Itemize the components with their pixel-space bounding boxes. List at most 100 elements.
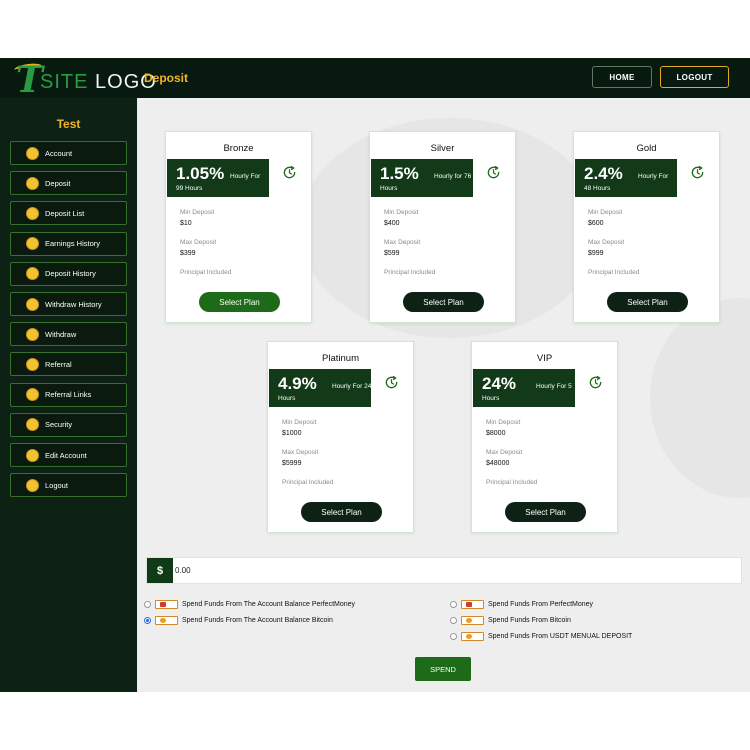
plan-card-platinum: Platinum 4.9% Hourly For 24 Hours Min Deposi…	[267, 341, 414, 533]
plan-hours: 48 Hours	[584, 185, 611, 192]
sidebar-item-earnings-history[interactable]: Earnings History	[10, 231, 127, 256]
plan-name: VIP	[536, 353, 553, 364]
payment-radio[interactable]	[450, 600, 457, 608]
plan-name: Gold	[636, 143, 657, 154]
min-deposit-label: Min Deposit	[486, 419, 521, 426]
plan-hourly: Hourly For 5	[536, 383, 572, 390]
sidebar-item-withdraw-history[interactable]: Withdraw History	[10, 292, 127, 316]
logout-button[interactable]: LOGOUT	[660, 66, 729, 88]
principal-label: Principal Included	[384, 269, 436, 276]
principal-label: Principal Included	[486, 479, 538, 486]
sidebar-item-logout[interactable]: Logout	[10, 473, 127, 498]
sidebar-item-referral-links[interactable]: Referral Links	[10, 382, 127, 407]
dollar-icon: $	[147, 558, 173, 583]
spend-button[interactable]: SPEND	[415, 657, 471, 681]
sidebar-item-edit-account[interactable]: Edit Account	[10, 443, 127, 467]
plan-rate: 4.9%	[278, 374, 317, 393]
select-plan-button[interactable]: Select Plan	[607, 292, 688, 312]
home-button[interactable]: HOME	[592, 66, 652, 88]
timer-icon	[691, 165, 704, 179]
min-deposit-value: $8000	[486, 430, 506, 437]
background-decoration	[650, 298, 750, 498]
payment-option[interactable]: Spend Funds From PerfectMoney	[450, 598, 593, 610]
page-title: Deposit	[144, 71, 189, 85]
sidebar-item-label: Edit Account	[45, 450, 87, 460]
perfectmoney-icon	[155, 599, 178, 609]
sidebar-item-label: Withdraw History	[45, 299, 102, 309]
max-deposit-value: $399	[180, 250, 196, 257]
sidebar: Test Account Deposit Deposit List Earnings …	[0, 98, 137, 692]
perfectmoney-icon	[461, 599, 484, 609]
usdt-icon	[461, 631, 484, 641]
min-deposit-label: Min Deposit	[384, 209, 419, 216]
principal-label: Principal Included	[180, 269, 232, 276]
payment-radio[interactable]	[144, 616, 151, 624]
max-deposit-label: Max Deposit	[180, 239, 217, 246]
rate-box: 1.05% Hourly For 99 Hours	[167, 159, 269, 197]
plan-hours: 99 Hours	[176, 185, 203, 192]
logo-site-word: SITE	[40, 71, 89, 93]
select-plan-button[interactable]: Select Plan	[301, 502, 382, 522]
sidebar-item-account[interactable]: Account	[10, 141, 127, 165]
plan-card-bronze: Bronze 1.05% Hourly For 99 Hours Min Deposit…	[165, 131, 312, 323]
sidebar-item-security[interactable]: Security	[10, 412, 127, 437]
bitcoin-icon	[155, 615, 178, 625]
coin-icon	[26, 327, 39, 341]
min-deposit-value: $600	[588, 220, 604, 227]
max-deposit-label: Max Deposit	[384, 239, 421, 246]
payment-option[interactable]: Spend Funds From Bitcoin	[450, 614, 571, 626]
payment-radio[interactable]	[450, 632, 457, 640]
plan-hourly: Hourly For 24	[332, 383, 372, 390]
amount-field: $	[146, 557, 742, 584]
amount-input[interactable]	[175, 561, 735, 580]
select-plan-button[interactable]: Select Plan	[199, 292, 280, 312]
payment-option-label: Spend Funds From PerfectMoney	[488, 600, 594, 608]
rate-box: 1.5% Hourly for 76 Hours	[371, 159, 473, 197]
plan-card-vip: VIP 24% Hourly For 5 Hours Min Deposit $8000 M…	[471, 341, 618, 533]
user-name: Test	[56, 117, 81, 131]
sidebar-item-label: Referral Links	[45, 390, 92, 400]
timer-icon	[385, 375, 398, 389]
timer-icon	[589, 375, 602, 389]
sidebar-item-withdraw[interactable]: Withdraw	[10, 322, 127, 347]
site-logo[interactable]: T SITE LOGO	[13, 62, 156, 98]
rate-box: 4.9% Hourly For 24 Hours	[269, 369, 371, 407]
coin-icon	[26, 206, 39, 220]
app-window: T SITE LOGO Deposit HOME LOGOUT Test Acc…	[0, 58, 750, 692]
max-deposit-label: Max Deposit	[282, 449, 319, 456]
sidebar-item-deposit-list[interactable]: Deposit List	[10, 201, 127, 226]
payment-option-label: Spend Funds From The Account Balance Per…	[182, 600, 356, 608]
bitcoin-icon	[461, 615, 484, 625]
coin-icon	[26, 357, 39, 371]
plan-name: Bronze	[223, 143, 254, 154]
payment-radio[interactable]	[450, 616, 457, 624]
plan-rate: 24%	[482, 374, 517, 393]
sidebar-item-deposit[interactable]: Deposit	[10, 171, 127, 196]
max-deposit-value: $5999	[282, 460, 302, 467]
select-plan-button[interactable]: Select Plan	[505, 502, 586, 522]
plan-rate: 2.4%	[584, 164, 623, 183]
payment-option[interactable]: Spend Funds From The Account Balance Per…	[144, 598, 355, 610]
sidebar-item-label: Logout	[45, 480, 68, 490]
payment-option[interactable]: Spend Funds From The Account Balance Bit…	[144, 614, 333, 626]
plan-card-silver: Silver 1.5% Hourly for 76 Hours Min Deposit $…	[369, 131, 516, 323]
timer-icon	[283, 165, 296, 179]
coin-icon	[26, 418, 39, 432]
timer-icon	[487, 165, 500, 179]
principal-label: Principal Included	[588, 269, 640, 276]
plan-hourly: Hourly for 76	[434, 173, 472, 180]
plan-hours: Hours	[482, 395, 500, 402]
max-deposit-value: $599	[384, 250, 400, 257]
select-plan-button[interactable]: Select Plan	[403, 292, 484, 312]
max-deposit-label: Max Deposit	[588, 239, 625, 246]
payment-option-label: Spend Funds From Bitcoin	[488, 616, 571, 624]
coin-icon	[26, 388, 39, 402]
min-deposit-label: Min Deposit	[588, 209, 623, 216]
payment-option-label: Spend Funds From USDT MENUAL DEPOSIT	[488, 632, 633, 640]
payment-option-label: Spend Funds From The Account Balance Bit…	[182, 616, 333, 624]
payment-option[interactable]: Spend Funds From USDT MENUAL DEPOSIT	[450, 630, 632, 642]
sidebar-item-deposit-history[interactable]: Deposit History	[10, 261, 127, 286]
payment-radio[interactable]	[144, 600, 151, 608]
sidebar-item-referral[interactable]: Referral	[10, 352, 127, 377]
min-deposit-label: Min Deposit	[180, 209, 215, 216]
